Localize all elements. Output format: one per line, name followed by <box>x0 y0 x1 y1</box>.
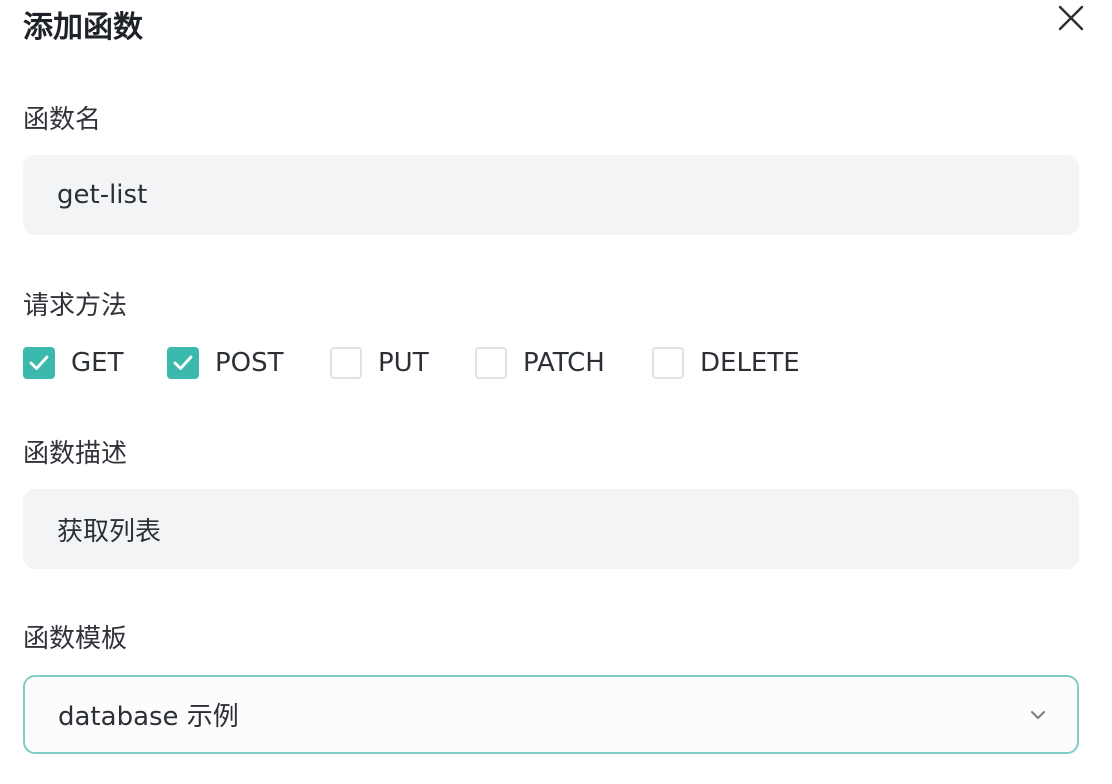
function-name-label: 函数名 <box>23 105 102 135</box>
method-label-get: GET <box>71 348 124 378</box>
check-icon <box>29 355 49 370</box>
chevron-down-icon <box>1031 711 1045 719</box>
dialog-title: 添加函数 <box>23 10 143 45</box>
checkbox-unchecked[interactable] <box>652 347 684 379</box>
method-label-patch: PATCH <box>523 348 605 378</box>
add-function-dialog: 添加函数 函数名 get-list 请求方法 GET POST PUT PATC… <box>0 0 1112 784</box>
method-checkbox-get[interactable]: GET <box>23 344 123 382</box>
method-checkbox-delete[interactable]: DELETE <box>652 344 800 382</box>
checkbox-checked[interactable] <box>23 347 55 379</box>
template-select[interactable]: database 示例 <box>23 675 1079 754</box>
close-icon <box>1058 5 1084 31</box>
template-selected-value: database 示例 <box>58 702 239 732</box>
function-name-input[interactable]: get-list <box>23 155 1079 235</box>
description-input[interactable]: 获取列表 <box>23 489 1079 569</box>
method-checkbox-post[interactable]: POST <box>167 344 284 382</box>
description-label: 函数描述 <box>23 439 128 469</box>
checkbox-unchecked[interactable] <box>475 347 507 379</box>
method-checkbox-patch[interactable]: PATCH <box>475 344 605 382</box>
method-checkbox-put[interactable]: PUT <box>330 344 429 382</box>
method-label-put: PUT <box>378 348 429 378</box>
checkbox-unchecked[interactable] <box>330 347 362 379</box>
template-label: 函数模板 <box>23 624 128 654</box>
close-button[interactable] <box>1052 0 1090 36</box>
check-icon <box>173 355 193 370</box>
method-label-post: POST <box>215 348 284 378</box>
method-label-delete: DELETE <box>700 348 800 378</box>
checkbox-checked[interactable] <box>167 347 199 379</box>
request-method-label: 请求方法 <box>23 291 128 321</box>
